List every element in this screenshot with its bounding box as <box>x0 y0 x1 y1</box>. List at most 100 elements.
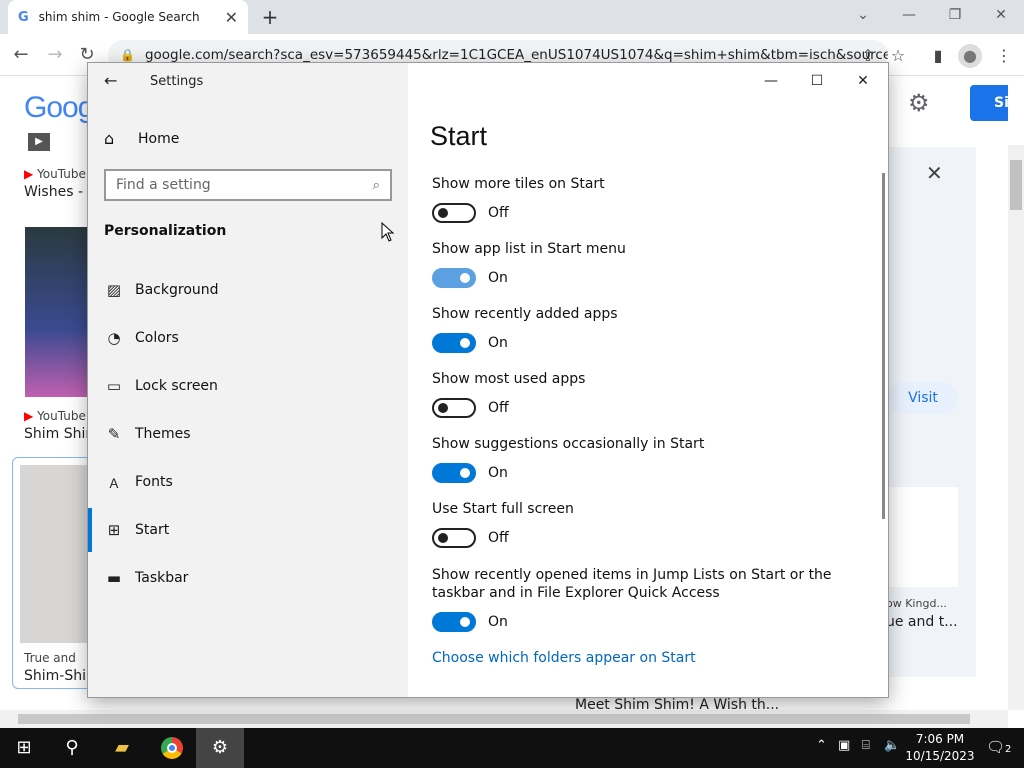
toggle-full-screen[interactable] <box>432 528 476 548</box>
option-label: Show more tiles on Start <box>432 176 605 192</box>
maximize-button[interactable]: ☐ <box>794 69 840 93</box>
option-label: Show recently added apps <box>432 306 618 322</box>
toggle-state: Off <box>488 400 509 416</box>
browser-minimize-button[interactable]: — <box>886 4 932 28</box>
google-favicon-icon: G <box>18 9 29 25</box>
result-thumbnail[interactable] <box>25 227 95 397</box>
page-vertical-scrollbar[interactable] <box>1008 145 1024 710</box>
choose-folders-link[interactable]: Choose which folders appear on Start <box>432 650 696 666</box>
search-icon: ⌕ <box>372 177 380 193</box>
tab-search-chevron-icon[interactable]: ⌄ <box>840 4 886 28</box>
toggle-recently-added[interactable] <box>432 333 476 353</box>
page-horizontal-scroll-thumb[interactable] <box>18 714 970 724</box>
sidebar-item-label: Colors <box>135 330 179 346</box>
option-label: Show suggestions occasionally in Start <box>432 436 705 452</box>
bookmark-star-icon[interactable]: ☆ <box>886 44 910 68</box>
profile-avatar-icon[interactable]: ● <box>958 44 982 68</box>
option-label: Show recently opened items in Jump Lists… <box>432 567 832 601</box>
toggle-state: On <box>488 270 508 286</box>
page-scroll-thumb[interactable] <box>1010 160 1022 210</box>
search-icon[interactable]: ⚲ <box>48 728 96 768</box>
taskbar-clock[interactable]: 7:06 PM 10/15/2023 <box>905 731 975 765</box>
sign-in-button[interactable]: Si <box>970 85 1008 121</box>
tab-title: shim shim - Google Search <box>38 10 200 24</box>
mouse-cursor-icon <box>381 222 395 242</box>
sidebar-item-start[interactable]: ⊞ Start <box>88 508 408 552</box>
minimize-button[interactable]: — <box>748 69 794 93</box>
find-setting-input[interactable]: Find a setting ⌕ <box>104 169 392 201</box>
lock-screen-icon: ▭ <box>106 377 122 395</box>
bottom-result-title[interactable]: Meet Shim Shim! A Wish th... <box>575 697 779 710</box>
result-thumbnail[interactable] <box>20 465 90 643</box>
related-source: ow Kingd... <box>886 597 947 610</box>
close-preview-icon[interactable]: ✕ <box>926 161 943 185</box>
toggle-state: On <box>488 614 508 630</box>
clock-time: 7:06 PM <box>915 732 965 746</box>
gear-icon[interactable]: ⚙ <box>908 89 930 117</box>
side-panel-icon[interactable]: ▮ <box>926 44 950 68</box>
file-explorer-icon[interactable]: ▰ <box>98 728 146 768</box>
close-button[interactable]: ✕ <box>840 69 886 93</box>
forward-arrow-icon[interactable]: → <box>42 42 68 68</box>
browser-restore-button[interactable]: ❐ <box>932 4 978 28</box>
related-title[interactable]: ue and t... <box>886 614 958 630</box>
visit-button[interactable]: Visit <box>888 382 958 414</box>
toggle-state: Off <box>488 205 509 221</box>
youtube-icon: ▶ <box>24 167 34 181</box>
play-icon[interactable]: ▶ <box>28 133 50 151</box>
toggle-most-used[interactable] <box>432 398 476 418</box>
network-icon[interactable]: ▣ <box>838 738 850 753</box>
home-icon: ⌂ <box>104 129 115 148</box>
back-arrow-icon[interactable]: ← <box>104 71 117 90</box>
toggle-state: On <box>488 465 508 481</box>
browser-menu-icon[interactable]: ⋮ <box>992 44 1016 68</box>
windows-start-icon[interactable]: ⊞ <box>0 728 48 768</box>
sidebar-item-background[interactable]: ▨ Background <box>88 268 408 312</box>
browser-close-button[interactable]: ✕ <box>978 4 1024 28</box>
sidebar-item-label: Taskbar <box>135 570 189 586</box>
toggle-suggestions[interactable] <box>432 463 476 483</box>
chrome-icon[interactable] <box>148 728 196 768</box>
new-tab-button[interactable]: + <box>258 5 282 29</box>
notification-center-icon[interactable]: 🗨2 <box>986 738 1011 756</box>
sidebar-item-lock-screen[interactable]: ▭ Lock screen <box>88 364 408 408</box>
sidebar-item-label: Fonts <box>135 474 173 490</box>
toggle-app-list[interactable] <box>432 268 476 288</box>
browser-tab[interactable]: G shim shim - Google Search ✕ <box>8 0 248 34</box>
sidebar-item-colors[interactable]: ◔ Colors <box>88 316 408 360</box>
related-thumbnail[interactable] <box>886 487 958 587</box>
result-source: ▶ YouTube <box>24 167 86 181</box>
section-heading: Personalization <box>104 223 227 239</box>
search-placeholder: Find a setting <box>116 177 211 193</box>
show-hidden-icons-icon[interactable]: ⌃ <box>816 738 827 753</box>
toggle-jump-lists[interactable] <box>432 612 476 632</box>
volume-muted-icon[interactable]: 🔈 <box>884 738 900 753</box>
option-label: Use Start full screen <box>432 501 574 517</box>
sidebar-item-label: Themes <box>135 426 191 442</box>
palette-icon: ◔ <box>107 329 121 347</box>
back-arrow-icon[interactable]: ← <box>8 42 34 68</box>
google-logo: Goog <box>24 91 94 124</box>
url-text: google.com/search?sca_esv=573659445&rlz=… <box>144 47 888 63</box>
themes-icon: ✎ <box>107 425 121 443</box>
sidebar-item-themes[interactable]: ✎ Themes <box>88 412 408 456</box>
lock-icon: 🔒 <box>120 48 135 62</box>
option-label: Show most used apps <box>432 371 586 387</box>
content-scrollbar[interactable] <box>882 173 885 519</box>
sidebar-item-fonts[interactable]: Ａ Fonts <box>88 460 408 504</box>
ethernet-icon[interactable]: ⌸ <box>862 738 870 753</box>
option-label: Show app list in Start menu <box>432 241 626 257</box>
image-icon: ▨ <box>106 281 122 299</box>
settings-sidebar: ← Settings ⌂ Home Find a setting ⌕ Perso… <box>88 63 408 697</box>
result-source: ▶ YouTube <box>24 409 86 423</box>
sidebar-item-taskbar[interactable]: ▬ Taskbar <box>88 556 408 600</box>
close-tab-icon[interactable]: ✕ <box>225 8 238 27</box>
toggle-state: On <box>488 335 508 351</box>
fonts-icon: Ａ <box>107 476 121 492</box>
settings-gear-icon[interactable]: ⚙ <box>196 728 244 768</box>
home-label: Home <box>138 130 180 147</box>
sidebar-item-label: Lock screen <box>135 378 218 394</box>
result-source: True and <box>24 651 76 665</box>
toggle-more-tiles[interactable] <box>432 203 476 223</box>
home-nav-item[interactable]: ⌂ Home <box>104 129 179 148</box>
